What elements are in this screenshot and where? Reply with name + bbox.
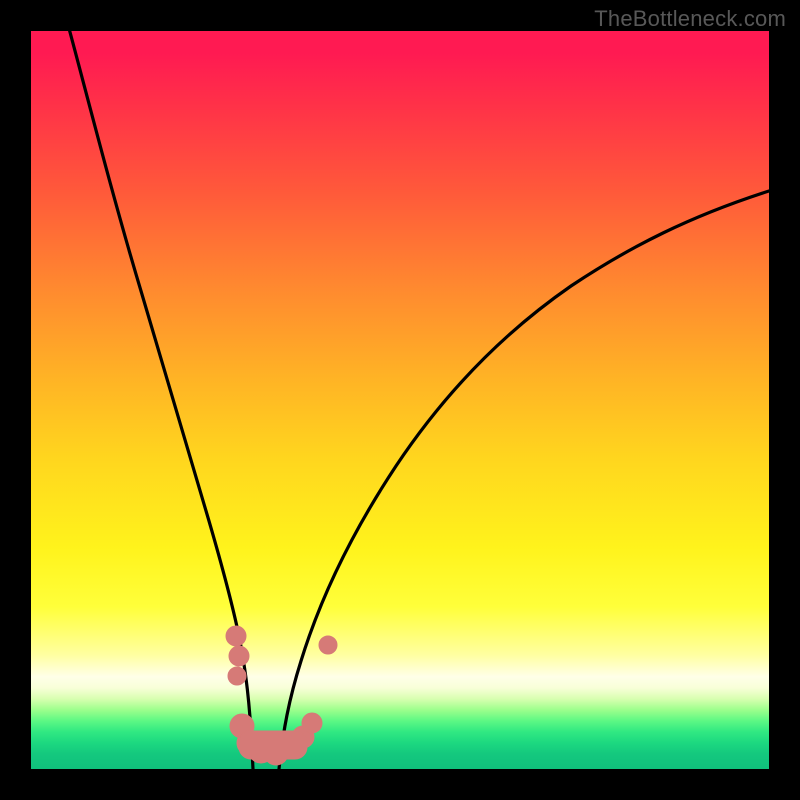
curves-layer (31, 31, 769, 769)
plot-area (31, 31, 769, 769)
outer-black-frame: TheBottleneck.com (0, 0, 800, 800)
minimum-marker-cluster (226, 626, 337, 765)
watermark-text: TheBottleneck.com (594, 6, 786, 32)
curve-right-arm (279, 191, 769, 769)
curve-left-arm (67, 31, 253, 769)
